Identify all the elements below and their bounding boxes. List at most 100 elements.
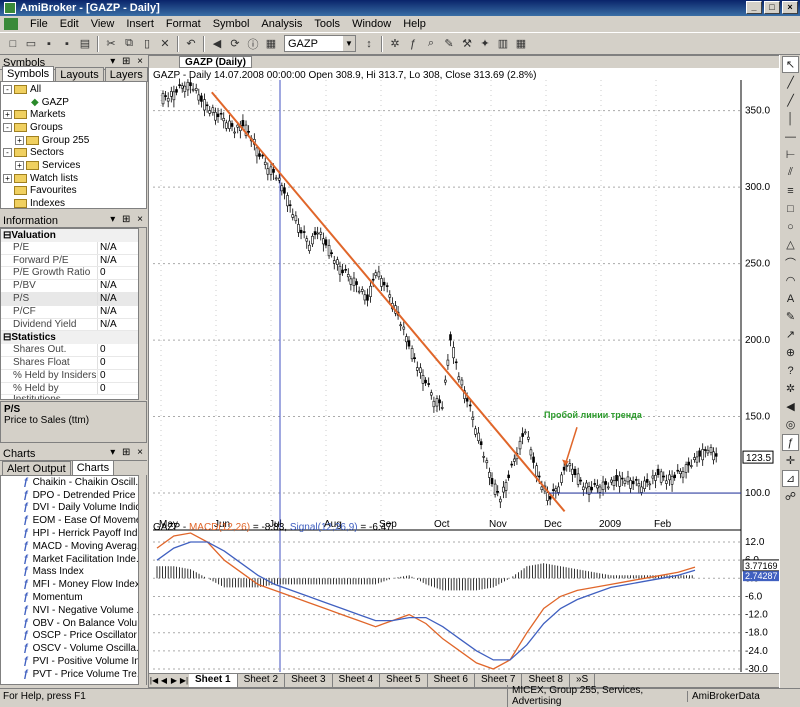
zoom-icon[interactable]: ⊕ [782, 344, 799, 361]
save-icon[interactable]: ▪ [41, 36, 57, 52]
list-item[interactable]: ƒ Market Facilitation Inde... [1, 553, 146, 566]
arrow-icon[interactable]: ↕ [361, 36, 377, 52]
info-icon[interactable]: ⓘ [245, 36, 261, 52]
list-item[interactable]: ƒ DPO - Detrended Price O... [1, 489, 146, 502]
tab-charts[interactable]: Charts [71, 460, 115, 476]
tree-item-group-255[interactable]: + Group 255 [1, 134, 146, 147]
tab-sheet-3[interactable]: Sheet 3 [285, 674, 333, 687]
info-row[interactable]: % Held by Insiders 0 [1, 369, 146, 383]
tree-item-gazp[interactable]: ◆ GAZP [1, 96, 146, 109]
fibonacci-icon[interactable]: ≡ [782, 182, 799, 199]
info-scrollbar[interactable] [138, 228, 146, 400]
tree-item-favourites[interactable]: Favourites [1, 185, 146, 198]
list-item[interactable]: ƒ OSCP - Price Oscillator [1, 630, 146, 643]
segment-icon[interactable]: ⊢ [782, 146, 799, 163]
back-icon[interactable]: ◀ [209, 36, 225, 52]
undo-icon[interactable]: ↶ [183, 36, 199, 52]
last-sheet-icon[interactable]: ▶| [179, 676, 189, 685]
wand-icon[interactable]: ✦ [477, 36, 493, 52]
target-icon[interactable]: ◎ [782, 416, 799, 433]
list-item[interactable]: ƒ OSCV - Volume Oscilla... [1, 642, 146, 655]
menu-window[interactable]: Window [346, 18, 397, 30]
tab-layouts[interactable]: Layouts [55, 67, 104, 82]
grid-icon[interactable]: ▦ [513, 36, 529, 52]
info-row[interactable]: P/E N/A [1, 241, 146, 255]
list-item[interactable]: ƒ PVT - Price Volume Tre... [1, 668, 146, 681]
plus-icon[interactable]: ✛ [782, 452, 799, 469]
tree-item-watch-lists[interactable]: + Watch lists [1, 172, 146, 185]
symbol-select[interactable]: GAZP ▼ [284, 35, 356, 52]
price-chart[interactable]: GAZP - Daily 14.07.2008 00:00:00 Open 30… [149, 68, 797, 673]
list-item[interactable]: ƒ DVI - Daily Volume Indic... [1, 502, 146, 515]
text-icon[interactable]: A [782, 290, 799, 307]
info-row[interactable]: P/E Growth Ratio 0 [1, 267, 146, 281]
prev-sheet-icon[interactable]: ◀ [159, 676, 169, 685]
paste-icon[interactable]: ▯ [139, 36, 155, 52]
arc-icon[interactable]: ⌒ [782, 254, 799, 271]
cut-icon[interactable]: ✂ [103, 36, 119, 52]
section-valuation[interactable]: ⊟ Valuation [1, 229, 146, 242]
document-tab[interactable]: GAZP (Daily) [179, 56, 252, 68]
info-row[interactable]: P/BV N/A [1, 280, 146, 293]
maximize-button[interactable]: □ [764, 1, 780, 14]
copy-icon[interactable]: ⧉ [121, 36, 137, 52]
horizontal-line-icon[interactable]: ― [782, 128, 799, 145]
list-item[interactable]: ƒ Mass Index [1, 566, 146, 579]
list-item[interactable]: ƒ EOM - Ease Of Moveme... [1, 514, 146, 527]
tree-item-all[interactable]: - All [1, 83, 146, 96]
open-icon[interactable]: ▭ [23, 36, 39, 52]
info-row[interactable]: Shares Float 0 [1, 356, 146, 370]
tools-icon[interactable]: ⚒ [459, 36, 475, 52]
triangle-icon[interactable]: △ [782, 236, 799, 253]
menu-analysis[interactable]: Analysis [255, 18, 308, 30]
info-row[interactable]: P/CF N/A [1, 305, 146, 319]
tab-sheet-2[interactable]: Sheet 2 [238, 674, 286, 687]
tree-item-groups[interactable]: - Groups [1, 121, 146, 134]
charts-scrollbar[interactable] [138, 475, 146, 685]
tab-layers[interactable]: Layers [104, 67, 148, 82]
pin-icon[interactable]: ▾ ⊞ × [110, 214, 145, 225]
delete-icon[interactable]: ✕ [157, 36, 173, 52]
info-row[interactable]: Shares Out. 0 [1, 344, 146, 357]
list-item[interactable]: ƒ OBV - On Balance Volu... [1, 617, 146, 630]
info-row[interactable]: % Held by Institutions 0 [1, 382, 146, 399]
tab-sheet-1[interactable]: Sheet 1 [189, 674, 238, 687]
tree-item-sectors[interactable]: - Sectors [1, 146, 146, 159]
select-arrow-icon[interactable]: ↖ [782, 56, 799, 73]
minimize-button[interactable]: _ [746, 1, 762, 14]
list-item[interactable]: ƒ PVI - Positive Volume In... [1, 655, 146, 668]
menu-insert[interactable]: Insert [120, 18, 160, 30]
settings-icon[interactable]: ✲ [387, 36, 403, 52]
line-icon[interactable]: ╱ [782, 74, 799, 91]
list-item[interactable]: ƒ MFI - Money Flow Index [1, 578, 146, 591]
prev-icon[interactable]: ◀ [782, 398, 799, 415]
save-all-icon[interactable]: ▪ [59, 36, 75, 52]
menu-format[interactable]: Format [160, 18, 207, 30]
tree-item-markets[interactable]: + Markets [1, 108, 146, 121]
first-sheet-icon[interactable]: |◀ [149, 676, 159, 685]
new-icon[interactable]: □ [5, 36, 21, 52]
formula-icon[interactable]: ƒ [782, 434, 799, 451]
list-item[interactable]: ƒ HPI - Herrick Payoff Ind... [1, 527, 146, 540]
menu-tools[interactable]: Tools [308, 18, 346, 30]
next-sheet-icon[interactable]: ▶ [169, 676, 179, 685]
pin-icon[interactable]: ▾ ⊞ × [110, 447, 145, 458]
arrow-up-icon[interactable]: ↗ [782, 326, 799, 343]
tab-sheet-6[interactable]: Sheet 6 [428, 674, 475, 687]
info-row-selected[interactable]: P/S N/A [1, 292, 146, 306]
menu-symbol[interactable]: Symbol [207, 18, 256, 30]
tab-symbols[interactable]: Symbols [2, 66, 55, 82]
tab-sheet-4[interactable]: Sheet 4 [333, 674, 381, 687]
ellipse-icon[interactable]: ○ [782, 218, 799, 235]
help-icon[interactable]: ? [782, 362, 799, 379]
channel-icon[interactable]: ⫽ [782, 164, 799, 181]
section-statistics[interactable]: ⊟ Statistics [1, 331, 146, 345]
info-row[interactable]: Dividend Yield N/A [1, 318, 146, 332]
list-item[interactable]: ƒ Chaikin - Chaikin Oscill... [1, 476, 146, 489]
tree-item-indexes[interactable]: Indexes [1, 197, 146, 208]
menu-help[interactable]: Help [397, 18, 432, 30]
rectangle-icon[interactable]: □ [782, 200, 799, 217]
formula-icon[interactable]: ƒ [405, 36, 421, 52]
menu-view[interactable]: View [85, 18, 121, 30]
snap-icon[interactable]: ⊿ [782, 470, 799, 487]
